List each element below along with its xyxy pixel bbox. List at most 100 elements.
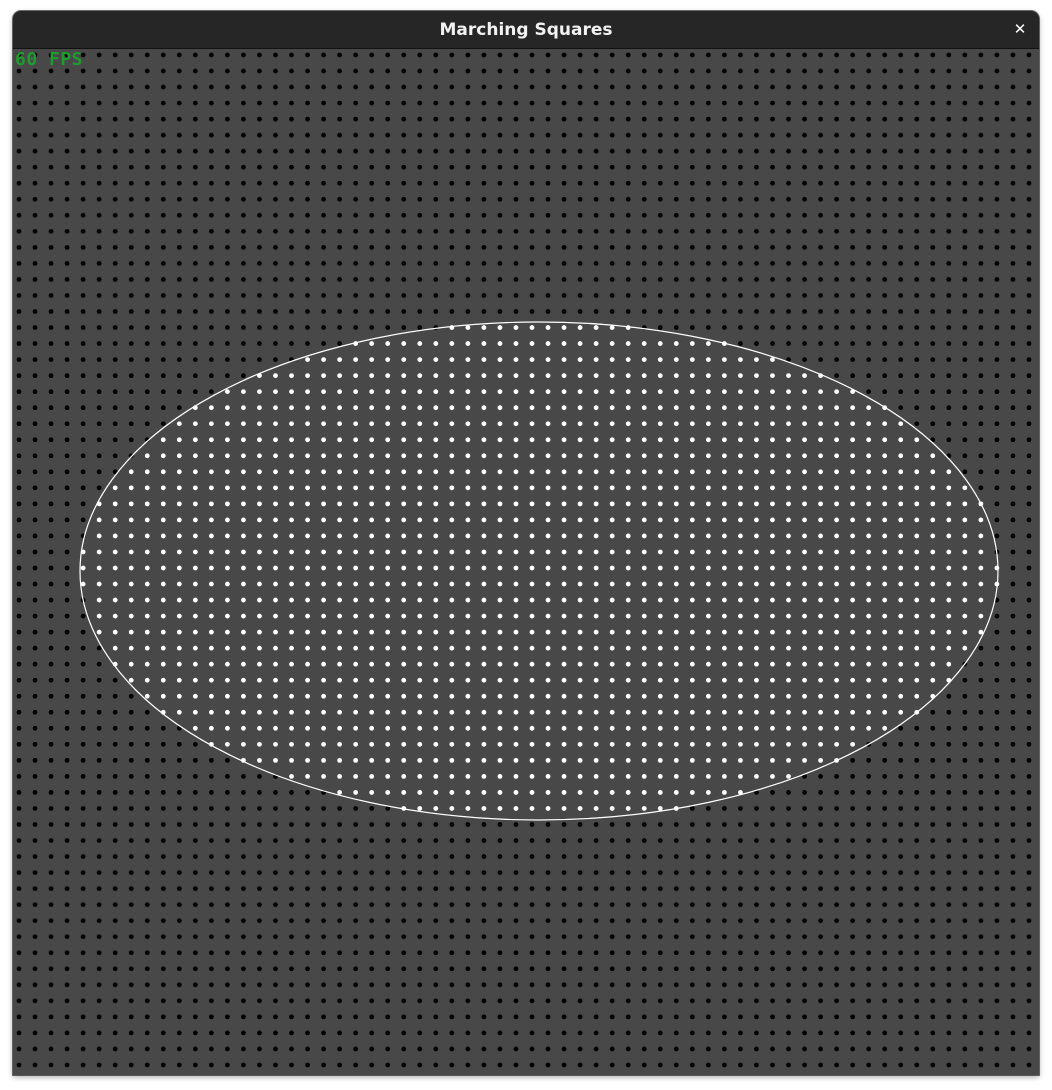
grid-point-inactive bbox=[834, 116, 839, 122]
grid-point-active bbox=[529, 693, 535, 699]
grid-point-active bbox=[818, 421, 823, 427]
grid-point-active bbox=[208, 501, 214, 507]
grid-point-inactive bbox=[978, 806, 984, 811]
grid-point-active bbox=[401, 597, 407, 603]
grid-point-active bbox=[738, 613, 743, 619]
grid-point-inactive bbox=[433, 902, 439, 908]
grid-point-inactive bbox=[417, 148, 423, 154]
grid-point-inactive bbox=[128, 84, 134, 90]
grid-point-active bbox=[545, 725, 551, 731]
grid-point-inactive bbox=[96, 116, 102, 122]
grid-point-active bbox=[321, 421, 326, 427]
grid-point-active bbox=[529, 581, 535, 587]
grid-point-active bbox=[705, 357, 711, 362]
grid-point-active bbox=[545, 421, 551, 427]
grid-point-inactive bbox=[802, 309, 807, 314]
grid-point-active bbox=[433, 774, 439, 779]
grid-point-active bbox=[513, 469, 519, 475]
grid-point-inactive bbox=[770, 244, 775, 250]
grid-point-inactive bbox=[802, 1062, 807, 1068]
grid-point-inactive bbox=[802, 982, 807, 988]
grid-point-inactive bbox=[433, 1014, 439, 1020]
grid-point-inactive bbox=[770, 1046, 775, 1052]
grid-point-active bbox=[721, 581, 727, 587]
grid-point-inactive bbox=[946, 405, 952, 411]
grid-point-active bbox=[770, 517, 775, 523]
grid-point-inactive bbox=[32, 132, 38, 138]
grid-point-inactive bbox=[257, 148, 262, 154]
grid-point-active bbox=[545, 325, 551, 330]
grid-point-inactive bbox=[561, 180, 567, 186]
grid-point-inactive bbox=[593, 277, 599, 282]
grid-point-active bbox=[192, 565, 198, 571]
grid-point-inactive bbox=[192, 180, 198, 186]
grid-point-active bbox=[561, 389, 567, 395]
grid-point-active bbox=[786, 373, 791, 379]
grid-point-active bbox=[657, 373, 663, 379]
grid-point-inactive bbox=[32, 806, 38, 811]
grid-point-inactive bbox=[513, 822, 519, 827]
grid-point-inactive bbox=[64, 774, 70, 779]
grid-point-active bbox=[625, 405, 631, 411]
grid-point-inactive bbox=[241, 309, 246, 314]
grid-point-inactive bbox=[401, 309, 407, 314]
grid-point-inactive bbox=[449, 966, 455, 972]
grid-point-inactive bbox=[273, 870, 278, 875]
grid-point-active bbox=[850, 661, 856, 667]
grid-point-inactive bbox=[738, 52, 743, 58]
grid-point-active bbox=[657, 645, 663, 651]
close-button[interactable]: ✕ bbox=[1007, 17, 1033, 43]
grid-point-active bbox=[481, 629, 487, 635]
grid-point-active bbox=[257, 469, 262, 475]
grid-point-inactive bbox=[1010, 950, 1016, 956]
grid-point-inactive bbox=[369, 68, 375, 74]
grid-point-active bbox=[241, 501, 246, 507]
title-bar[interactable]: Marching Squares ✕ bbox=[13, 11, 1039, 49]
simulation-canvas[interactable]: 60 FPS bbox=[13, 49, 1039, 1075]
grid-point-inactive bbox=[705, 934, 711, 940]
grid-point-inactive bbox=[225, 341, 230, 346]
grid-point-inactive bbox=[96, 52, 102, 58]
grid-point-active bbox=[337, 741, 343, 747]
grid-point-inactive bbox=[385, 838, 391, 843]
grid-point-active bbox=[545, 469, 551, 475]
grid-point-inactive bbox=[930, 741, 936, 747]
grid-point-active bbox=[561, 501, 567, 507]
grid-point-inactive bbox=[754, 148, 759, 154]
grid-point-inactive bbox=[32, 212, 38, 218]
grid-point-inactive bbox=[16, 309, 22, 314]
grid-point-inactive bbox=[962, 421, 968, 427]
grid-point-active bbox=[497, 373, 503, 379]
grid-point-inactive bbox=[96, 132, 102, 138]
grid-point-inactive bbox=[513, 52, 519, 58]
grid-point-active bbox=[545, 581, 551, 587]
grid-point-inactive bbox=[738, 966, 743, 972]
grid-point-inactive bbox=[962, 677, 968, 683]
grid-point-inactive bbox=[978, 228, 984, 234]
grid-point-inactive bbox=[144, 421, 150, 427]
grid-point-inactive bbox=[305, 132, 310, 138]
grid-point-active bbox=[337, 565, 343, 571]
grid-point-inactive bbox=[289, 293, 294, 298]
grid-point-active bbox=[834, 693, 839, 699]
grid-point-inactive bbox=[112, 709, 118, 715]
grid-point-inactive bbox=[32, 485, 38, 491]
grid-point-inactive bbox=[754, 212, 759, 218]
grid-point-inactive bbox=[160, 902, 166, 908]
grid-point-active bbox=[337, 581, 343, 587]
grid-point-inactive bbox=[705, 1014, 711, 1020]
grid-point-active bbox=[497, 405, 503, 411]
grid-point-active bbox=[321, 389, 326, 395]
grid-point-inactive bbox=[305, 84, 310, 90]
grid-point-active bbox=[609, 565, 615, 571]
grid-point-inactive bbox=[625, 228, 631, 234]
grid-point-inactive bbox=[305, 966, 310, 972]
grid-point-inactive bbox=[337, 261, 343, 266]
grid-point-active bbox=[882, 677, 888, 683]
grid-point-inactive bbox=[401, 1046, 407, 1052]
grid-point-inactive bbox=[32, 341, 38, 346]
grid-point-inactive bbox=[289, 212, 294, 218]
grid-point-active bbox=[593, 806, 599, 811]
grid-point-inactive bbox=[337, 116, 343, 122]
grid-point-active bbox=[321, 517, 326, 523]
